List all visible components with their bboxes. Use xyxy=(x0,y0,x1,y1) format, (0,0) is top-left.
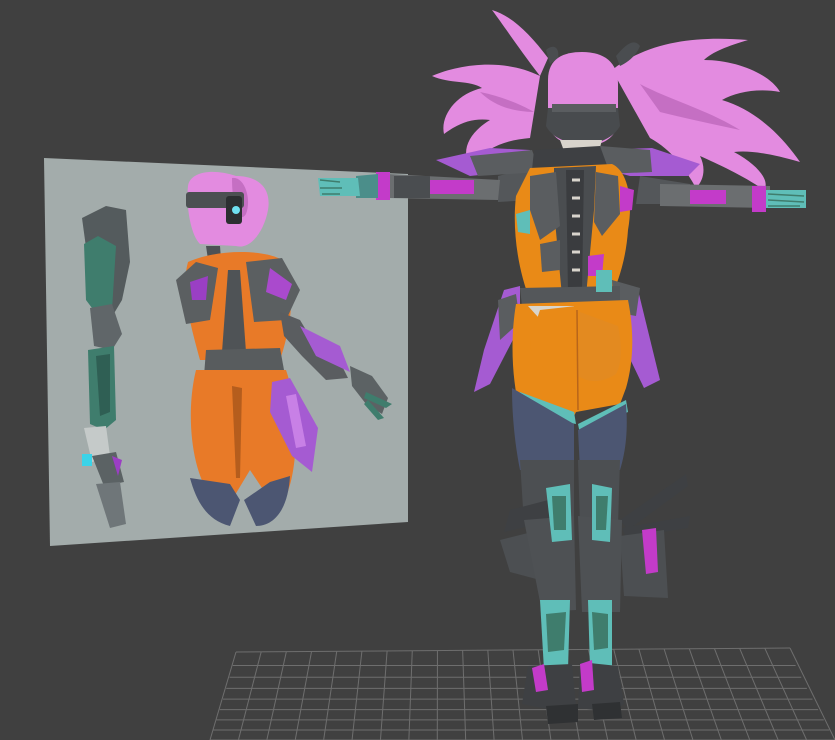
grid-line xyxy=(379,650,388,740)
grid-line xyxy=(487,650,495,740)
grid-line xyxy=(713,648,751,740)
scene-canvas xyxy=(44,10,835,740)
model-torso xyxy=(514,164,634,300)
viewport-3d[interactable] xyxy=(0,0,835,740)
grid-line xyxy=(351,651,363,740)
grid-line xyxy=(638,648,666,740)
model-boot-armor xyxy=(500,474,690,724)
home-grid xyxy=(209,647,835,740)
reference-image-plane[interactable] xyxy=(44,158,408,546)
grid-line xyxy=(789,647,835,740)
grid-line xyxy=(512,649,523,740)
grid-line xyxy=(323,651,338,740)
grid-line xyxy=(764,647,808,740)
grid-line xyxy=(739,648,779,740)
grid-line xyxy=(209,651,237,740)
grid-line xyxy=(688,648,722,740)
grid-line xyxy=(462,650,467,740)
grid-line xyxy=(663,648,694,740)
grid-line xyxy=(408,650,413,740)
model-head xyxy=(546,52,620,162)
grid-line xyxy=(294,651,313,740)
grid-line xyxy=(266,651,287,740)
model-right-arm xyxy=(636,176,806,212)
